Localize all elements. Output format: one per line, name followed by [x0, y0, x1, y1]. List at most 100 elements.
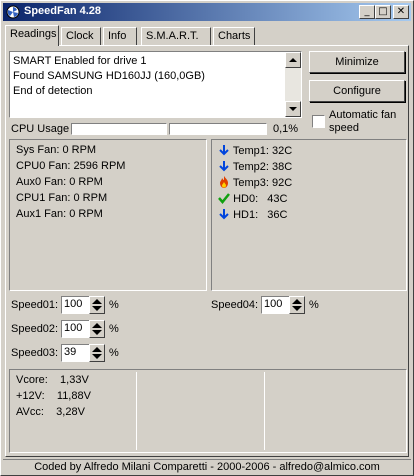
- temp-value: 36C: [267, 209, 288, 221]
- voltage-value: 3,28V: [56, 406, 85, 418]
- automatic-fan-speed-label: Automatic fan speed: [329, 109, 396, 135]
- speed02-unit: %: [109, 323, 119, 335]
- voltage-row: Vcore: 1,33V: [16, 374, 89, 386]
- speed04-label: Speed04:: [211, 299, 259, 311]
- voltage-label: AVcc:: [16, 406, 44, 418]
- tab-readings[interactable]: Readings: [5, 25, 59, 46]
- updown-arrows-icon: [92, 347, 102, 359]
- cpu-usage-value: 0,1%: [273, 123, 299, 135]
- voltage-label: Vcore:: [16, 374, 48, 386]
- fan-row: Aux1 Fan: 0 RPM: [16, 208, 103, 220]
- temp-row: HD1: 36C: [218, 208, 287, 221]
- window-title: SpeedFan 4.28: [24, 5, 102, 17]
- temp-label: Temp2:: [232, 161, 269, 173]
- temp-label: HD0:: [233, 193, 259, 205]
- temp-row: Temp3: 92C: [218, 176, 292, 189]
- fan-label: Aux1 Fan:: [16, 208, 67, 220]
- fan-label: CPU1 Fan:: [16, 192, 71, 204]
- updown-arrows-icon: [92, 299, 102, 311]
- temp-value: 43C: [267, 193, 288, 205]
- temperatures-box: Temp1: 32C Temp2: 38C Temp3: 92C HD0: 43…: [211, 139, 407, 291]
- speed04-unit: %: [309, 299, 319, 311]
- speed01-label: Speed01:: [11, 299, 59, 311]
- speed01-input[interactable]: 100: [61, 296, 91, 314]
- updown-arrows-icon: [292, 299, 302, 311]
- checkmark-icon: [218, 193, 230, 204]
- fan-row: CPU0 Fan: 2596 RPM: [16, 160, 125, 172]
- cpu-usage-label: CPU Usage: [11, 123, 70, 135]
- minimize-button[interactable]: Minimize: [309, 51, 405, 73]
- down-arrow-icon: [219, 209, 229, 220]
- scroll-down-button[interactable]: [285, 101, 301, 117]
- speed02-spinner[interactable]: [89, 320, 105, 338]
- temp-row: Temp2: 38C: [218, 160, 292, 173]
- temp-row: Temp1: 32C: [218, 144, 292, 157]
- scroll-up-button[interactable]: [285, 52, 301, 68]
- title-bar[interactable]: SpeedFan 4.28 _ □ ✕: [3, 3, 411, 21]
- up-arrow-icon: [289, 58, 297, 62]
- automatic-fan-speed-checkbox[interactable]: [312, 115, 325, 128]
- log-line: End of detection: [13, 85, 93, 97]
- voltage-column-divider: [264, 372, 265, 450]
- cpu1-usage-bar: [169, 123, 267, 135]
- fan-value: 0 RPM: [62, 144, 97, 156]
- temp-value: 32C: [272, 145, 293, 157]
- fan-row: Sys Fan: 0 RPM: [16, 144, 96, 156]
- speed03-input[interactable]: 39: [61, 344, 91, 362]
- down-arrow-icon: [289, 107, 297, 111]
- voltage-row: +12V: 11,88V: [16, 390, 91, 402]
- speed02-input[interactable]: 100: [61, 320, 91, 338]
- status-text: Coded by Alfredo Milani Comparetti - 200…: [34, 461, 380, 473]
- fan-value: 0 RPM: [73, 192, 108, 204]
- voltage-label: +12V:: [16, 390, 45, 402]
- log-line: SMART Enabled for drive 1: [13, 55, 147, 67]
- speed02-label: Speed02:: [11, 323, 59, 335]
- speed04-spinner[interactable]: [289, 296, 305, 314]
- updown-arrows-icon: [92, 323, 102, 335]
- temp-label: Temp1:: [232, 145, 269, 157]
- auto-fan-label-line2: speed: [329, 122, 359, 134]
- voltage-value: 11,88V: [56, 390, 91, 402]
- speed03-label: Speed03:: [11, 347, 59, 359]
- speedfan-app-icon: [6, 5, 20, 19]
- fan-value: 0 RPM: [69, 176, 103, 188]
- configure-button[interactable]: Configure: [309, 80, 405, 102]
- temp-value: 38C: [272, 161, 293, 173]
- log-scrollbar[interactable]: [285, 52, 301, 117]
- auto-fan-label-line1: Automatic fan: [329, 109, 397, 121]
- temp-row: HD0: 43C: [218, 192, 287, 205]
- status-bar: Coded by Alfredo Milani Comparetti - 200…: [3, 459, 411, 475]
- fans-box: Sys Fan: 0 RPM CPU0 Fan: 2596 RPM Aux0 F…: [9, 139, 207, 291]
- minimize-window-button[interactable]: _: [359, 5, 375, 19]
- down-arrow-icon: [219, 145, 229, 156]
- voltage-column-divider: [136, 372, 137, 450]
- fan-row: Aux0 Fan: 0 RPM: [16, 176, 103, 188]
- speedfan-window: SpeedFan 4.28 _ □ ✕ Readings Clock Info …: [0, 0, 414, 476]
- speed03-unit: %: [109, 347, 119, 359]
- close-window-button[interactable]: ✕: [393, 5, 409, 19]
- speed03-spinner[interactable]: [89, 344, 105, 362]
- tab-smart[interactable]: S.M.A.R.T.: [141, 27, 211, 45]
- voltages-box: Vcore: 1,33V +12V: 11,88V AVcc: 3,28V: [9, 369, 407, 453]
- fan-value: 2596 RPM: [73, 160, 126, 172]
- fan-label: Sys Fan:: [16, 144, 60, 156]
- fan-label: CPU0 Fan:: [16, 160, 71, 172]
- cpu0-usage-bar: [71, 123, 167, 135]
- detection-log[interactable]: SMART Enabled for drive 1 Found SAMSUNG …: [9, 51, 302, 118]
- maximize-window-button[interactable]: □: [375, 5, 391, 19]
- fan-value: 0 RPM: [69, 208, 103, 220]
- log-line: Found SAMSUNG HD160JJ (160,0GB): [13, 70, 205, 82]
- speed01-spinner[interactable]: [89, 296, 105, 314]
- flame-icon: [220, 176, 228, 188]
- temp-label: Temp3:: [232, 177, 269, 189]
- tab-clock[interactable]: Clock: [61, 27, 101, 45]
- temp-value: 92C: [272, 177, 293, 189]
- speed01-unit: %: [109, 299, 119, 311]
- speed04-input[interactable]: 100: [261, 296, 291, 314]
- log-lines: SMART Enabled for drive 1 Found SAMSUNG …: [13, 54, 285, 99]
- tab-charts[interactable]: Charts: [213, 27, 255, 45]
- tab-info[interactable]: Info: [103, 27, 137, 45]
- down-arrow-icon: [219, 161, 229, 172]
- voltage-row: AVcc: 3,28V: [16, 406, 85, 418]
- fan-row: CPU1 Fan: 0 RPM: [16, 192, 107, 204]
